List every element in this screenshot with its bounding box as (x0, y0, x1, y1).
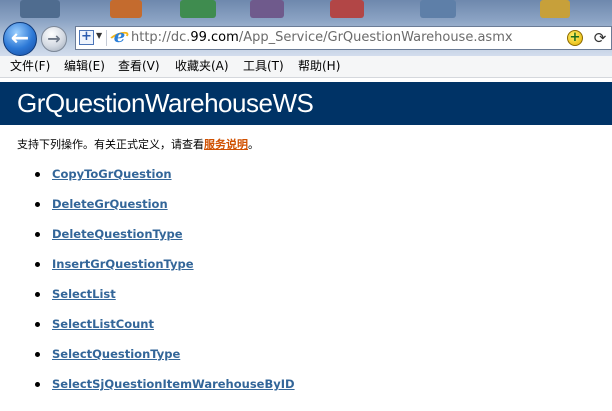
operation-link-deletequestiontype[interactable]: DeleteQuestionType (52, 227, 183, 242)
menu-edit[interactable]: 编辑(E) (64, 59, 105, 74)
desktop-background-tile (330, 0, 364, 18)
page-header: GrQuestionWarehouseWS (0, 82, 612, 125)
operation-link-insertgrquestiontype[interactable]: InsertGrQuestionType (52, 257, 194, 272)
menu-file[interactable]: 文件(F) (10, 59, 50, 74)
divider (106, 30, 107, 46)
bullet-icon (35, 292, 40, 297)
desktop-background-tile (20, 0, 60, 18)
address-bar[interactable]: + ▼ e http://dc.99.com/App_Service/GrQue… (75, 26, 612, 50)
bullet-icon (35, 232, 40, 237)
menu-tools[interactable]: 工具(T) (243, 59, 284, 74)
compatibility-view-icon[interactable]: + (79, 30, 94, 45)
desktop-background-tile (250, 0, 284, 18)
desktop-background-tile (540, 0, 570, 18)
operation-link-selectsjquestionitemwarehousebyid[interactable]: SelectSjQuestionItemWarehouseByID (52, 377, 295, 392)
bullet-icon (35, 322, 40, 327)
intro-text: 支持下列操作。有关正式定义，请查看服务说明。 (17, 136, 259, 152)
operation-link-selectquestiontype[interactable]: SelectQuestionType (52, 347, 180, 362)
desktop-background-tile (180, 0, 216, 18)
menu-favorites[interactable]: 收藏夹(A) (175, 59, 229, 74)
forward-arrow-icon: → (47, 29, 61, 48)
operation-link-selectlist[interactable]: SelectList (52, 287, 116, 302)
bullet-icon (35, 202, 40, 207)
back-button[interactable]: ← (3, 22, 37, 56)
desktop-background-tile (420, 0, 456, 18)
desktop-background-tile (110, 0, 142, 18)
dropdown-arrow-icon[interactable]: ▼ (96, 31, 102, 40)
refresh-icon[interactable]: ⟳ (591, 29, 609, 47)
bullet-icon (35, 352, 40, 357)
url-prefix: http://dc. (131, 30, 191, 45)
service-description-link[interactable]: 服务说明 (204, 138, 248, 151)
url-domain: 99.com (190, 30, 239, 45)
intro-label: 支持下列操作。有关正式定义，请查看 (17, 138, 204, 151)
operation-link-deletegrquestion[interactable]: DeleteGrQuestion (52, 197, 168, 212)
url-path: /App_Service/GrQuestionWarehouse.asmx (238, 30, 513, 45)
addon-icon[interactable]: + (567, 30, 583, 46)
operation-link-copytogrquestion[interactable]: CopyToGrQuestion (52, 167, 172, 182)
menu-bar: 文件(F) 编辑(E) 查看(V) 收藏夹(A) 工具(T) 帮助(H) (0, 56, 612, 78)
ie-logo-icon: e (113, 26, 126, 47)
intro-end: 。 (248, 138, 259, 151)
menu-view[interactable]: 查看(V) (118, 59, 160, 74)
operation-link-selectlistcount[interactable]: SelectListCount (52, 317, 154, 332)
bullet-icon (35, 172, 40, 177)
page-title: GrQuestionWarehouseWS (17, 88, 314, 118)
forward-button[interactable]: → (41, 26, 67, 52)
url-text[interactable]: http://dc.99.com/App_Service/GrQuestionW… (131, 30, 513, 45)
bullet-icon (35, 262, 40, 267)
menu-help[interactable]: 帮助(H) (298, 59, 340, 74)
back-arrow-icon: ← (10, 26, 30, 51)
browser-toolbar: ← → + ▼ e http://dc.99.com/App_Service/G… (0, 0, 612, 56)
bullet-icon (35, 382, 40, 387)
